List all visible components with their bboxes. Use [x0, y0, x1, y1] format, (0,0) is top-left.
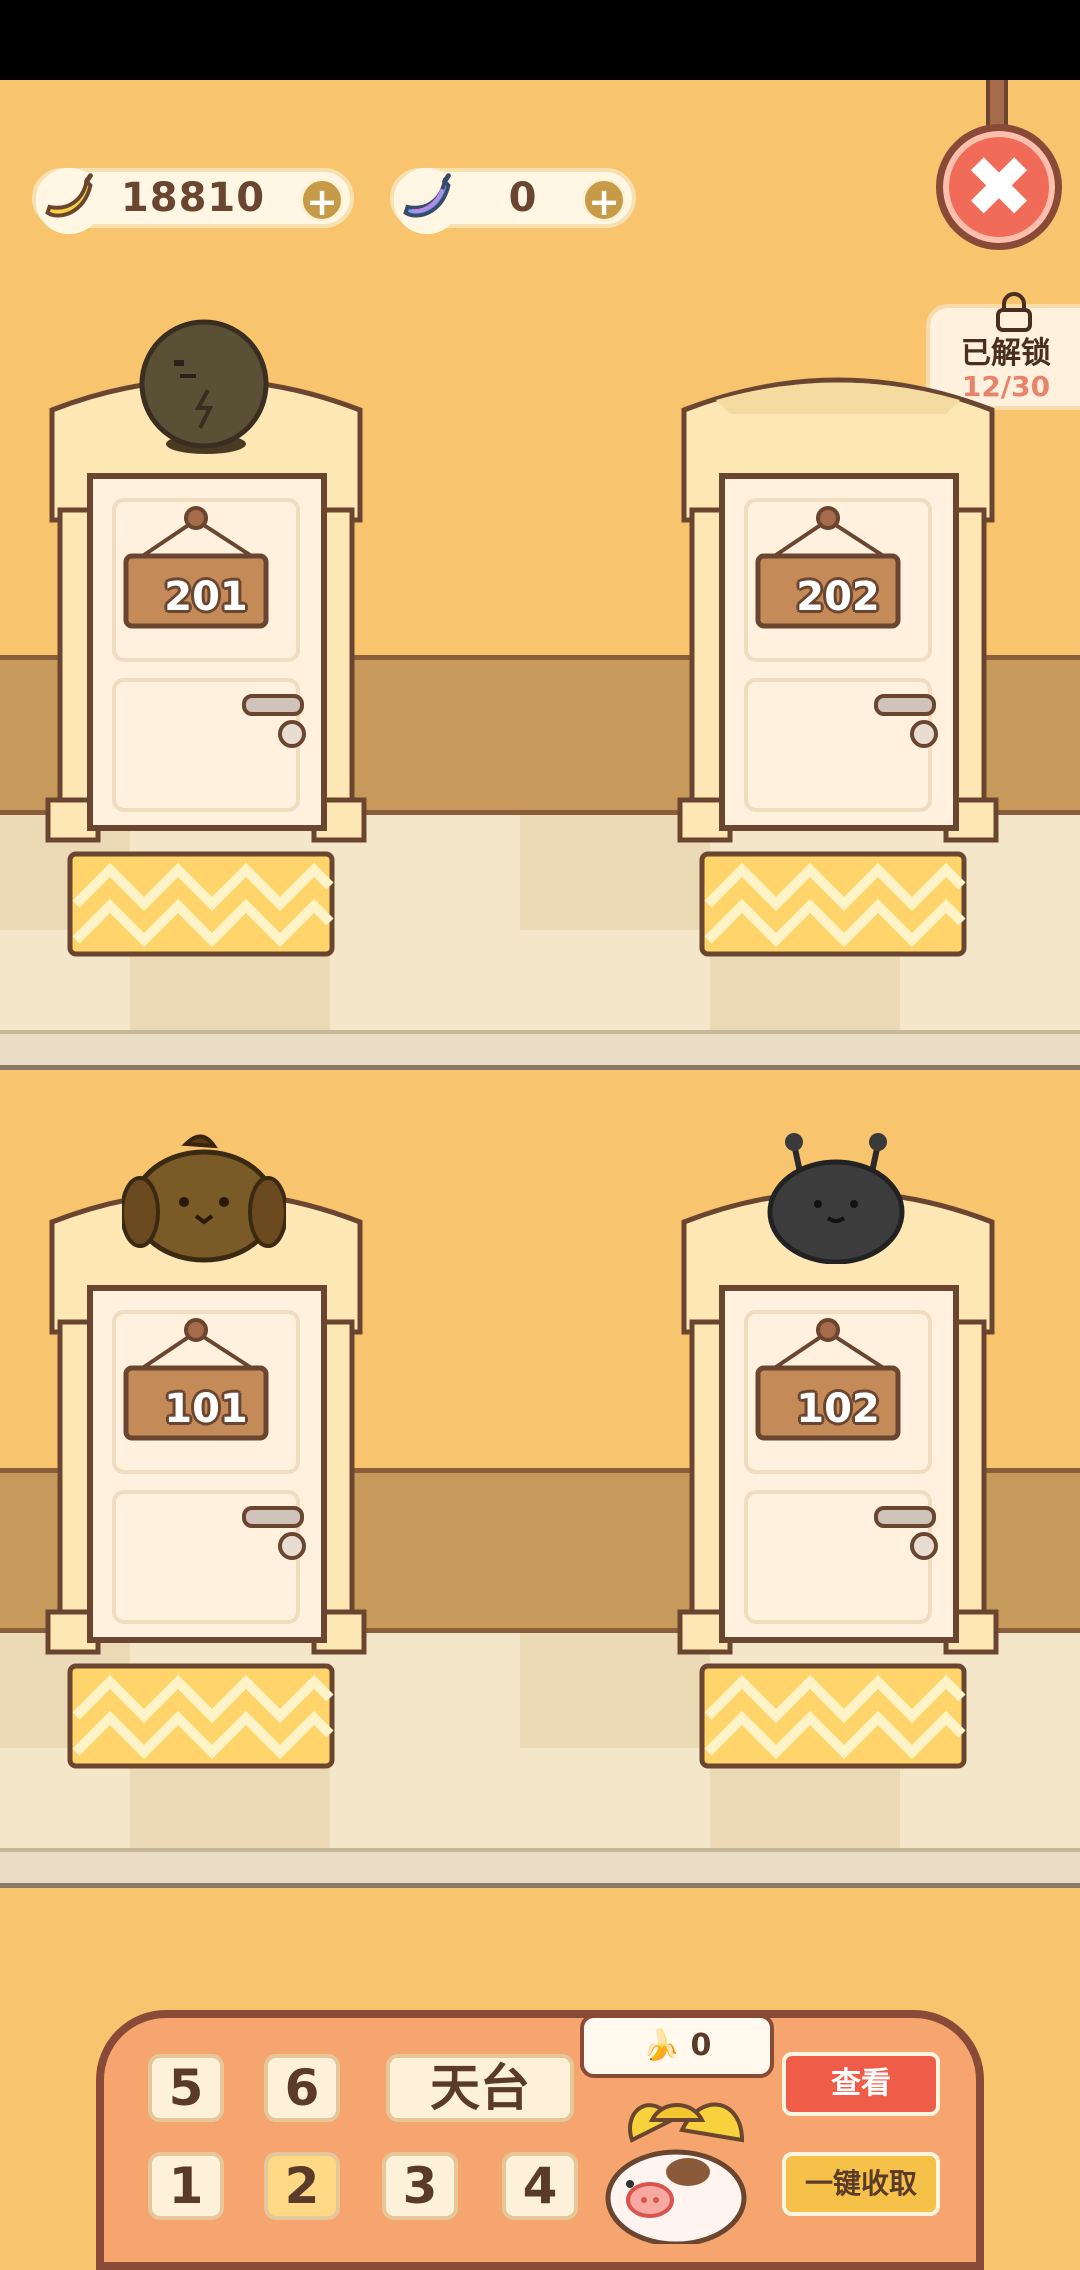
door — [45, 377, 367, 957]
floor-button-2[interactable]: 2 — [264, 2152, 340, 2220]
blue-banana-currency: 0 + — [390, 167, 636, 235]
collect-all-button[interactable]: 一键收取 — [782, 2152, 940, 2216]
gray-bun-character — [139, 319, 269, 454]
floor-button-6[interactable]: 6 — [264, 2054, 340, 2122]
banana-currency: 18810 + — [32, 167, 354, 235]
collected-count: 0 — [690, 2028, 712, 2063]
floor-button-1[interactable]: 1 — [148, 2152, 224, 2220]
banana-icon: 🍌 — [642, 2028, 681, 2063]
floor-selector-panel — [96, 2010, 984, 2270]
banana-icon — [35, 167, 103, 235]
room-number: 202 — [796, 574, 880, 620]
floor-button-4[interactable]: 4 — [502, 2152, 578, 2220]
piggy-bank-with-bananas[interactable] — [592, 2080, 762, 2244]
blue-banana-icon — [393, 167, 461, 235]
add-blue-banana-button[interactable]: + — [582, 178, 626, 223]
collected-bananas-bubble: 🍌 0 — [580, 2014, 774, 2078]
floor-button-5[interactable]: 5 — [148, 2054, 224, 2122]
close-icon: ✖ — [963, 138, 1035, 236]
unlocked-label: 已解锁 — [961, 336, 1051, 371]
room-number: 201 — [164, 574, 248, 620]
close-button[interactable]: ✖ — [936, 124, 1062, 250]
floor-button-rooftop[interactable]: 天台 — [386, 2054, 574, 2122]
floor-button-3[interactable]: 3 — [382, 2152, 458, 2220]
room-number: 101 — [164, 1386, 248, 1432]
floor-edge-upper — [0, 1030, 1080, 1070]
door — [677, 1189, 999, 1769]
floor-edge-lower — [0, 1848, 1080, 1888]
view-button[interactable]: 查看 — [782, 2052, 940, 2116]
room-number: 102 — [796, 1386, 880, 1432]
add-banana-button[interactable]: + — [300, 178, 344, 223]
black-blob-character — [767, 1133, 905, 1264]
status-bar — [0, 0, 1080, 80]
door — [677, 377, 999, 957]
door — [45, 1189, 367, 1769]
brown-puppy-character — [122, 1134, 286, 1263]
